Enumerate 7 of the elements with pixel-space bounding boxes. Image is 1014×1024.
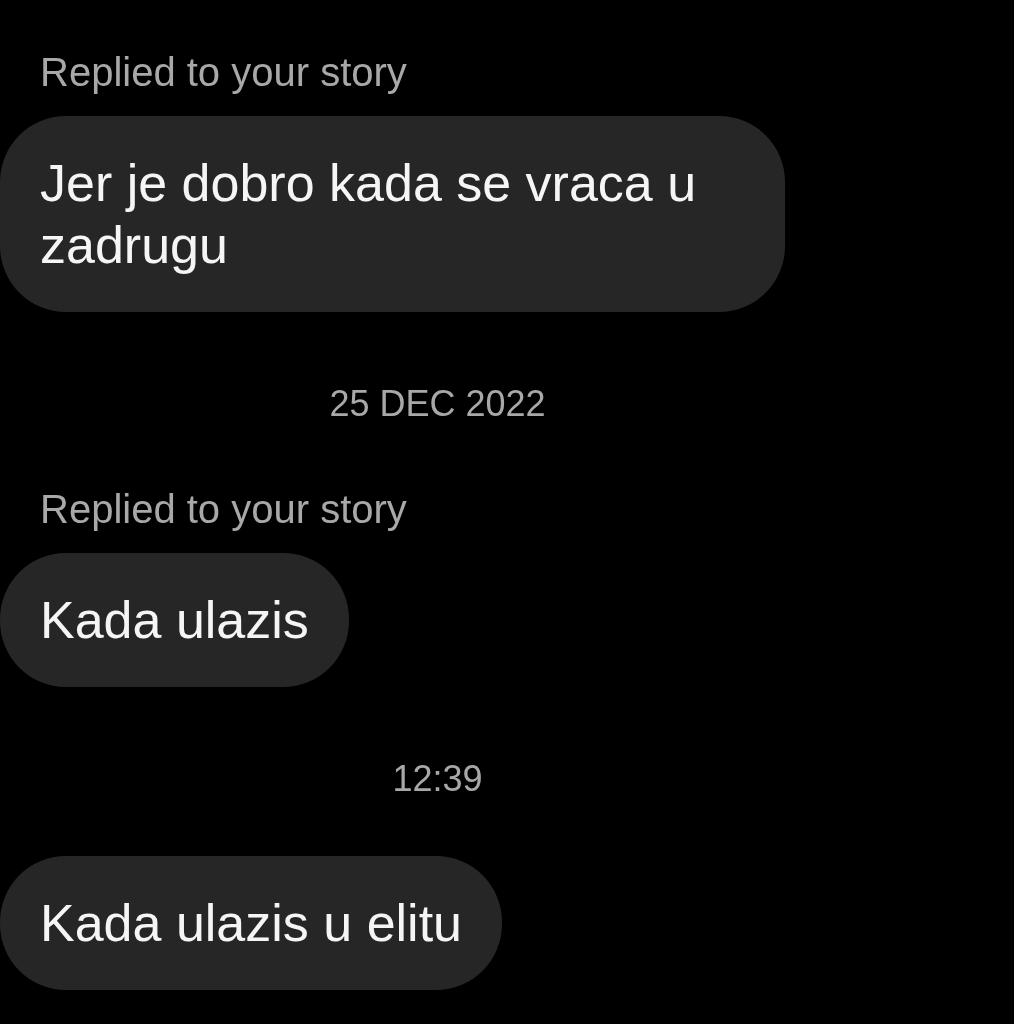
timestamp: 25 DEC 2022 [328, 386, 547, 422]
message-bubble: Jer je dobro kada se vraca u zadrugu [0, 116, 785, 312]
story-reply-label: Replied to your story [40, 489, 407, 529]
story-reply-label: Replied to your story [40, 52, 407, 92]
message-bubble: Kada ulazis [0, 553, 349, 687]
message-bubble: Kada ulazis u elitu [0, 856, 503, 990]
timestamp: 12:39 [391, 761, 484, 797]
